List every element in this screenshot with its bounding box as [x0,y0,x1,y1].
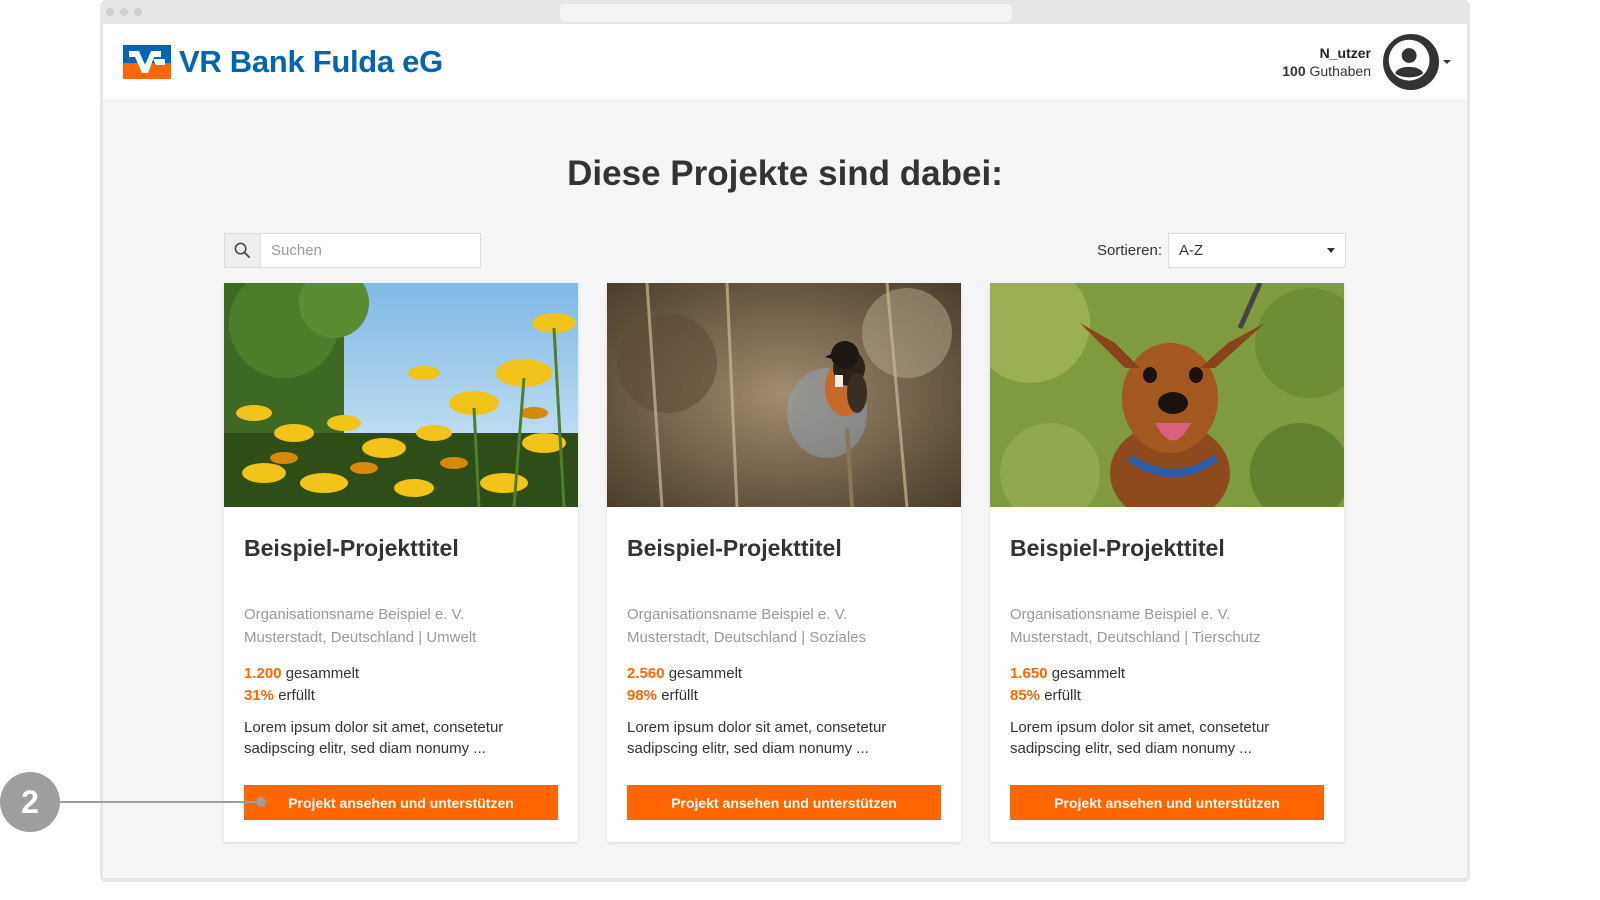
dog-image [990,283,1344,507]
window-controls [106,8,142,16]
view-project-button[interactable]: Projekt ansehen und unterstützen [1010,785,1324,820]
user-info: N_utzer 100 Guthaben [1282,44,1371,80]
view-project-button[interactable]: Projekt ansehen und unterstützen [627,785,941,820]
project-location: Musterstadt, Deutschland | Soziales [627,629,867,646]
collected-label: gesammelt [285,665,360,682]
collected-label: gesammelt [668,665,743,682]
project-cards: Beispiel-Projekttitel Organisationsname … [224,283,1344,842]
fulfilled-stat: 85% erfüllt [1010,685,1324,707]
sort-value: A-Z [1179,242,1204,259]
fulfilled-label: erfüllt [1044,687,1081,704]
fulfilled-percent: 85% [1010,687,1041,704]
organisation-name: Organisationsname Beispiel e. V. [244,606,465,623]
project-card[interactable]: Beispiel-Projekttitel Organisationsname … [990,283,1344,842]
fulfilled-percent: 31% [244,687,275,704]
collected-amount: 1.200 [244,665,282,682]
vr-logo-icon [123,45,171,79]
yellow-flowers-image [224,283,578,507]
collected-amount: 1.650 [1010,665,1048,682]
project-image[interactable] [224,283,578,507]
credit-label: Guthaben [1309,63,1372,79]
user-name: N_utzer [1319,45,1371,61]
project-stats: 2.560 gesammelt 98% erfüllt [627,663,941,707]
project-description: Lorem ipsum dolor sit amet, consetetur s… [627,719,887,757]
sort-label: Sortieren: [1096,242,1162,259]
project-image[interactable] [607,283,961,507]
card-body: Beispiel-Projekttitel Organisationsname … [607,535,961,759]
collected-amount: 2.560 [627,665,665,682]
organisation-name: Organisationsname Beispiel e. V. [1010,606,1231,623]
card-body: Beispiel-Projekttitel Organisationsname … [224,535,578,759]
window-dot [120,8,128,16]
collected-stat: 1.200 gesammelt [244,663,558,685]
project-card[interactable]: Beispiel-Projekttitel Organisationsname … [607,283,961,842]
card-body: Beispiel-Projekttitel Organisationsname … [990,535,1344,759]
collected-stat: 1.650 gesammelt [1010,663,1324,685]
project-meta: Organisationsname Beispiel e. V. Musters… [627,603,941,649]
project-meta: Organisationsname Beispiel e. V. Musters… [1010,603,1324,649]
project-title[interactable]: Beispiel-Projekttitel [627,535,941,593]
fulfilled-label: erfüllt [661,687,698,704]
view-project-button[interactable]: Projekt ansehen und unterstützen [244,785,558,820]
page: VR Bank Fulda eG N_utzer 100 Guthaben Di… [103,24,1467,878]
chevron-down-icon[interactable] [1443,60,1451,64]
search-box [224,233,481,268]
user-avatar-icon [1388,39,1430,81]
search-button[interactable] [225,234,261,267]
project-location: Musterstadt, Deutschland | Umwelt [244,629,477,646]
project-description: Lorem ipsum dolor sit amet, consetetur s… [1010,719,1270,757]
fulfilled-stat: 31% erfüllt [244,685,558,707]
project-card[interactable]: Beispiel-Projekttitel Organisationsname … [224,283,578,842]
project-title[interactable]: Beispiel-Projekttitel [1010,535,1324,593]
organisation-name: Organisationsname Beispiel e. V. [627,606,848,623]
project-title[interactable]: Beispiel-Projekttitel [244,535,558,593]
bank-logo[interactable]: VR Bank Fulda eG [123,44,443,80]
search-input[interactable] [261,234,480,267]
project-stats: 1.650 gesammelt 85% erfüllt [1010,663,1324,707]
chevron-down-icon [1327,248,1335,253]
collected-label: gesammelt [1051,665,1126,682]
project-stats: 1.200 gesammelt 31% erfüllt [244,663,558,707]
annotation-callout: 2 [0,772,60,832]
annotation-line [60,801,260,803]
project-meta: Organisationsname Beispiel e. V. Musters… [244,603,558,649]
logo-text: VR Bank Fulda eG [179,44,443,79]
search-icon [234,242,250,258]
sort-select[interactable]: A-Z [1168,233,1346,268]
fulfilled-percent: 98% [627,687,658,704]
fulfilled-stat: 98% erfüllt [627,685,941,707]
project-image[interactable] [990,283,1344,507]
fulfilled-label: erfüllt [278,687,315,704]
collected-stat: 2.560 gesammelt [627,663,941,685]
window-dot [106,8,114,16]
annotation-dot [256,797,266,807]
user-menu[interactable]: N_utzer 100 Guthaben [1282,34,1451,90]
address-bar[interactable] [560,4,1012,22]
user-credit: 100 Guthaben [1282,62,1371,80]
bird-on-branch-image [607,283,961,507]
avatar[interactable] [1383,34,1439,90]
project-location: Musterstadt, Deutschland | Tierschutz [1010,629,1261,646]
top-bar: VR Bank Fulda eG N_utzer 100 Guthaben [103,24,1467,99]
sort-control: Sortieren: A-Z [1097,233,1346,268]
page-title: Diese Projekte sind dabei: [567,154,1003,193]
credit-amount: 100 [1282,63,1306,79]
window-dot [134,8,142,16]
project-description: Lorem ipsum dolor sit amet, consetetur s… [244,719,504,757]
